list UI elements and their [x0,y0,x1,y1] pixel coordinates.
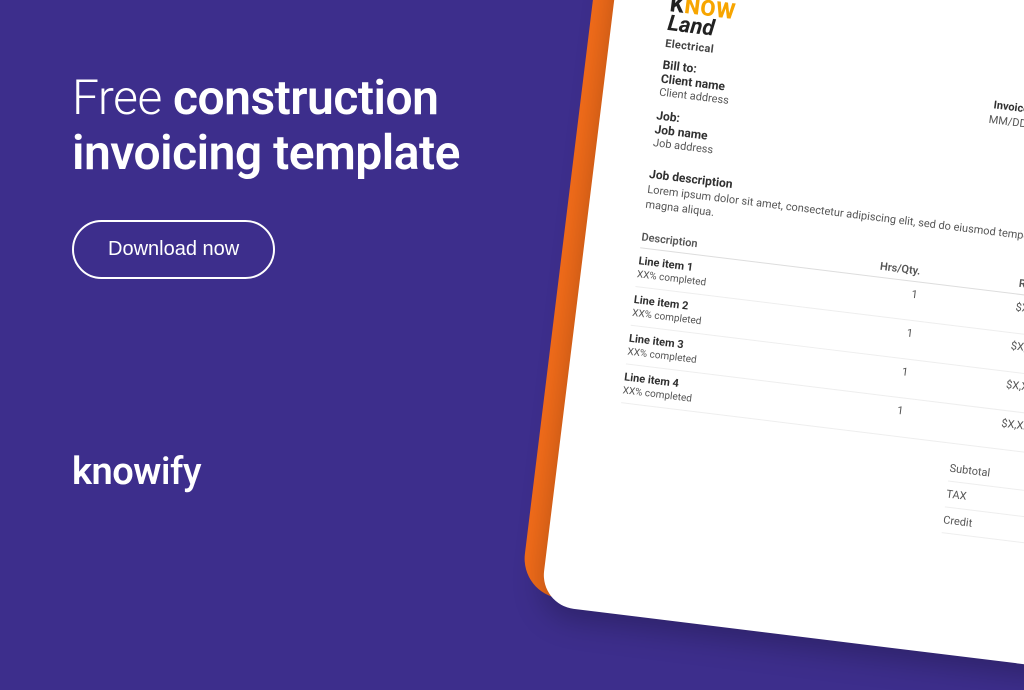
brand-o-icon: w [133,450,161,494]
invoice-preview: KNOW Land Electrical Invoice #XX Bill to… [560,0,1024,640]
invoice-document: KNOW Land Electrical Invoice #XX Bill to… [540,0,1024,690]
subtotal-label: Subtotal [949,461,991,479]
invoice-meta: Invoice date: MM/DD/YYYY Please pay: $X,… [980,98,1024,221]
line-items-table: Description Hrs/Qty. Rate/Price Subtotal… [621,226,1024,475]
invoice-date-value: MM/DD/YYYY [988,113,1024,134]
invoice-date: Invoice date: MM/DD/YYYY [980,98,1024,198]
heading-light: Free [72,69,162,126]
tax-label: TAX [946,487,968,502]
left-panel: Free construction invoicing template Dow… [0,0,560,536]
brand-part1: kno [72,450,133,494]
bill-to-block: Bill to: Client name Client address Job:… [652,58,733,158]
totals-block: Subtotal $X,XXX.XX TAX $X,XXX.XX Credit [942,455,1024,564]
download-button[interactable]: Download now [72,220,275,279]
brand-logo: knowify [72,450,201,494]
brand-part2: ify [161,450,201,494]
hero-heading: Free construction invoicing template [72,70,560,180]
credit-label: Credit [943,513,973,529]
